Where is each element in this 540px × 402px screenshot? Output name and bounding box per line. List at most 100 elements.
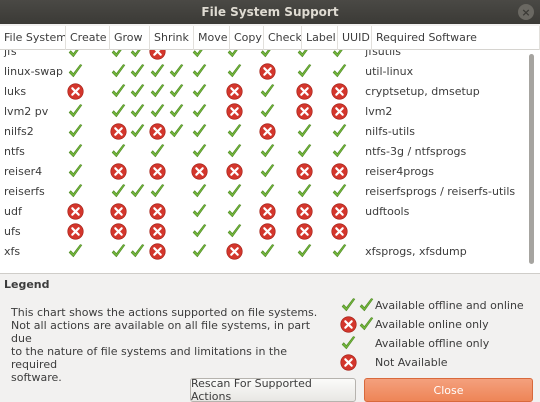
- check-icon: [111, 83, 125, 97]
- cross-icon: [331, 82, 348, 100]
- cross-icon: [110, 162, 127, 180]
- check-icon: [68, 63, 83, 77]
- cell-uuid: [328, 221, 361, 241]
- cell-create: [64, 50, 107, 61]
- table-row[interactable]: jfs jfsutils: [0, 50, 524, 61]
- cross-icon: [259, 222, 276, 240]
- cell-move: [188, 181, 223, 201]
- check-icon: [193, 83, 207, 97]
- col-check-header[interactable]: Check: [264, 26, 302, 50]
- check-icon: [332, 123, 347, 137]
- required-software: util-linux: [365, 64, 414, 78]
- required-software: reiserfsprogs / reiserfs-utils: [365, 184, 516, 198]
- filesystem-name: ntfs: [4, 144, 25, 158]
- cell-label: [293, 61, 328, 81]
- window-title: File System Support: [201, 5, 339, 19]
- cell-shrink: [146, 61, 189, 81]
- check-icon: [261, 243, 275, 257]
- required-software: nilfs-utils: [365, 124, 415, 138]
- check-icon: [169, 123, 183, 137]
- cross-icon: [67, 82, 84, 100]
- check-icon: [332, 243, 347, 257]
- rescan-button[interactable]: Rescan For Supported Actions: [190, 377, 356, 402]
- cell-copy: [223, 241, 256, 261]
- cell-label: [293, 121, 328, 141]
- check-icon: [169, 63, 183, 77]
- table-body[interactable]: jfs jfsutils linux-swap util-linux luks crypt…: [0, 50, 524, 273]
- cell-create: [64, 161, 107, 181]
- col-label-header[interactable]: Label: [302, 26, 338, 50]
- legend-key: Available offline only: [340, 334, 524, 353]
- table-row[interactable]: linux-swap util-linux: [0, 61, 524, 81]
- cell-grow: [107, 81, 146, 101]
- cell-copy: [223, 181, 256, 201]
- table-row[interactable]: ntfs ntfs-3g / ntfsprogs: [0, 141, 524, 161]
- check-icon: [228, 63, 242, 77]
- col-required-software-header[interactable]: Required Software: [372, 26, 540, 50]
- check-icon: [341, 298, 356, 312]
- legend-key-label: Available offline only: [375, 337, 490, 350]
- check-icon: [68, 243, 83, 257]
- table-row[interactable]: ufs: [0, 221, 524, 241]
- vertical-scrollbar[interactable]: [526, 50, 538, 273]
- cell-grow: [107, 241, 146, 261]
- check-icon: [332, 183, 347, 197]
- cell-copy: [223, 141, 256, 161]
- cell-copy: [223, 50, 256, 61]
- cell-move: [188, 221, 223, 241]
- legend-key: Available online only: [340, 315, 524, 334]
- cross-icon: [149, 50, 166, 60]
- cross-icon: [110, 222, 127, 240]
- check-icon: [193, 103, 207, 117]
- check-icon: [169, 103, 183, 117]
- cell-shrink: [146, 121, 189, 141]
- legend-key-label: Available online only: [375, 318, 489, 331]
- cell-shrink: [146, 221, 189, 241]
- cell-label: [293, 141, 328, 161]
- check-icon: [68, 143, 83, 157]
- check-icon: [193, 63, 207, 77]
- cell-shrink: [146, 141, 189, 161]
- table-row[interactable]: luks cryptsetup, dmsetup: [0, 81, 524, 101]
- cross-icon: [226, 242, 243, 260]
- required-software: reiser4progs: [365, 164, 434, 178]
- col-create-header[interactable]: Create: [66, 26, 110, 50]
- check-icon: [261, 50, 271, 57]
- table-row[interactable]: nilfs2 nilfs-utils: [0, 121, 524, 141]
- cell-check: [256, 141, 293, 161]
- cell-copy: [223, 101, 256, 121]
- close-button[interactable]: Close: [364, 378, 533, 402]
- cell-check: [256, 221, 293, 241]
- col-file-system-header[interactable]: File System: [0, 26, 66, 50]
- filesystem-name: lvm2 pv: [4, 104, 49, 118]
- cross-icon: [67, 222, 84, 240]
- cell-move: [188, 241, 223, 261]
- legend-line: to the nature of file systems and limita…: [11, 345, 287, 371]
- table-row[interactable]: xfs xfsprogs, xfsdump: [0, 241, 524, 261]
- window-close-button[interactable]: ×: [518, 4, 534, 20]
- cross-icon: [331, 102, 348, 120]
- scrollbar-thumb[interactable]: [529, 54, 534, 264]
- table-row[interactable]: reiser4 reiser4progs: [0, 161, 524, 181]
- cell-label: [293, 201, 328, 221]
- cell-grow: [107, 121, 146, 141]
- col-move-header[interactable]: Move: [194, 26, 230, 50]
- check-icon: [150, 143, 164, 157]
- cell-grow: [107, 181, 146, 201]
- legend-title: Legend: [4, 278, 50, 291]
- cell-label: [293, 221, 328, 241]
- col-copy-header[interactable]: Copy: [230, 26, 264, 50]
- check-icon: [297, 123, 312, 137]
- check-icon: [130, 103, 144, 117]
- filesystem-name: nilfs2: [4, 124, 34, 138]
- col-grow-header[interactable]: Grow: [110, 26, 150, 50]
- table-row[interactable]: lvm2 pv lvm2: [0, 101, 524, 121]
- cell-uuid: [328, 181, 361, 201]
- table-row[interactable]: reiserfs reiserfsprogs / reiserfs-utils: [0, 181, 524, 201]
- table-row[interactable]: udf udftools: [0, 201, 524, 221]
- col-shrink-header[interactable]: Shrink: [150, 26, 194, 50]
- cell-uuid: [328, 61, 361, 81]
- col-uuid-header[interactable]: UUID: [338, 26, 372, 50]
- cell-uuid: [328, 201, 361, 221]
- filesystem-table: File System Create Grow Shrink Move Copy Check…: [0, 26, 540, 274]
